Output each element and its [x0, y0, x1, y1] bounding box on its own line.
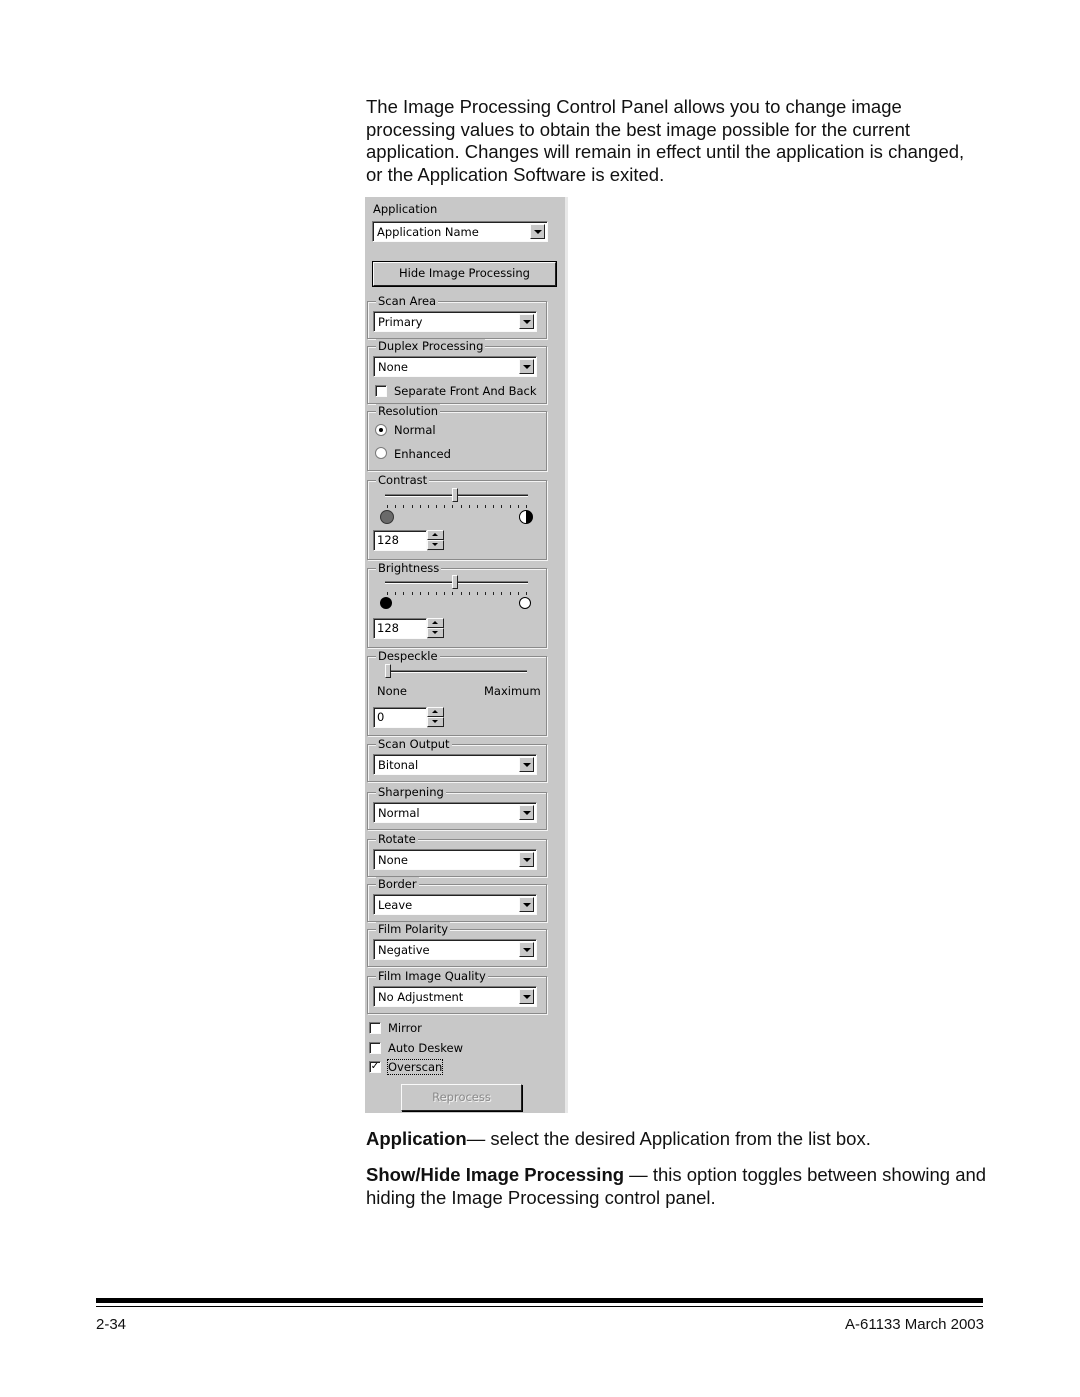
- film-image-quality-value: No Adjustment: [378, 990, 464, 1004]
- reprocess-button[interactable]: Reprocess: [401, 1084, 522, 1111]
- brightness-light-icon: [519, 597, 531, 609]
- term-application: Application: [366, 1128, 467, 1149]
- scan-area-select[interactable]: Primary: [373, 311, 537, 332]
- brightness-ticks: [387, 592, 527, 596]
- resolution-normal-label: Normal: [394, 423, 436, 437]
- image-processing-control-panel: Application Application Name Hide Image …: [365, 197, 568, 1113]
- sharpening-value: Normal: [378, 806, 420, 820]
- rotate-value: None: [378, 853, 409, 867]
- intro-paragraph: The Image Processing Control Panel allow…: [366, 96, 965, 185]
- despeckle-slider-thumb[interactable]: [385, 664, 391, 678]
- contrast-low-icon: [380, 510, 394, 524]
- resolution-group: Resolution: [367, 404, 547, 471]
- duplex-label: Duplex Processing: [376, 339, 486, 353]
- dropdown-arrow-icon[interactable]: [519, 989, 534, 1004]
- despeckle-spinner[interactable]: 0: [373, 707, 445, 728]
- footer-rule-thin: [96, 1306, 983, 1307]
- resolution-enhanced-radio[interactable]: [375, 447, 387, 459]
- despeckle-slider-track[interactable]: [387, 670, 527, 673]
- scan-area-label: Scan Area: [376, 294, 439, 308]
- resolution-normal-radio[interactable]: [375, 424, 387, 436]
- separator: —: [624, 1164, 653, 1185]
- contrast-value-input[interactable]: 128: [373, 530, 427, 551]
- auto-deskew-label: Auto Deskew: [388, 1041, 464, 1055]
- mirror-label: Mirror: [388, 1021, 422, 1035]
- separator: —: [466, 1128, 491, 1149]
- film-image-quality-label: Film Image Quality: [376, 969, 488, 983]
- resolution-label: Resolution: [376, 404, 441, 418]
- dropdown-arrow-icon[interactable]: [519, 757, 534, 772]
- mirror-checkbox[interactable]: [369, 1022, 381, 1034]
- film-polarity-select[interactable]: Negative: [373, 939, 537, 960]
- dropdown-arrow-icon[interactable]: [519, 359, 534, 374]
- separate-front-back-checkbox[interactable]: [375, 385, 387, 397]
- overscan-checkbox[interactable]: ✓: [369, 1061, 381, 1073]
- contrast-high-icon: [519, 510, 533, 524]
- auto-deskew-checkbox[interactable]: [369, 1042, 381, 1054]
- application-value: Application Name: [377, 225, 479, 239]
- brightness-dark-icon: [380, 597, 392, 609]
- film-polarity-value: Negative: [378, 943, 430, 957]
- spin-down-icon[interactable]: [427, 540, 444, 550]
- border-value: Leave: [378, 898, 413, 912]
- application-label: Application: [373, 202, 438, 216]
- duplex-select[interactable]: None: [373, 356, 537, 377]
- application-select[interactable]: Application Name: [372, 221, 548, 242]
- duplex-value: None: [378, 360, 409, 374]
- sharpening-label: Sharpening: [376, 785, 446, 799]
- sharpening-select[interactable]: Normal: [373, 802, 537, 823]
- footer-rule: [96, 1298, 983, 1303]
- contrast-spinner[interactable]: 128: [373, 530, 445, 551]
- dropdown-arrow-icon[interactable]: [519, 314, 534, 329]
- contrast-label: Contrast: [376, 473, 430, 487]
- spin-down-icon[interactable]: [427, 628, 444, 638]
- film-image-quality-select[interactable]: No Adjustment: [373, 986, 537, 1007]
- despeckle-min-label: None: [377, 684, 408, 698]
- scan-area-value: Primary: [378, 315, 423, 329]
- despeckle-label: Despeckle: [376, 649, 440, 663]
- document-id-date: A-61133 March 2003: [845, 1316, 984, 1333]
- separate-front-back-label: Separate Front And Back: [394, 384, 537, 398]
- despeckle-max-label: Maximum: [484, 684, 541, 698]
- hide-image-processing-button[interactable]: Hide Image Processing: [372, 261, 557, 287]
- dropdown-arrow-icon[interactable]: [519, 942, 534, 957]
- despeckle-value-input[interactable]: 0: [373, 707, 427, 728]
- rotate-label: Rotate: [376, 832, 418, 846]
- resolution-enhanced-label: Enhanced: [394, 447, 451, 461]
- overscan-label: Overscan: [386, 1059, 444, 1075]
- spin-up-icon[interactable]: [427, 618, 444, 628]
- page-number: 2-34: [96, 1316, 127, 1333]
- rotate-select[interactable]: None: [373, 849, 537, 870]
- border-label: Border: [376, 877, 419, 891]
- scan-output-label: Scan Output: [376, 737, 452, 751]
- spin-down-icon[interactable]: [427, 717, 444, 727]
- dropdown-arrow-icon[interactable]: [519, 805, 534, 820]
- film-polarity-label: Film Polarity: [376, 922, 451, 936]
- dropdown-arrow-icon[interactable]: [519, 897, 534, 912]
- spin-up-icon[interactable]: [427, 707, 444, 717]
- dropdown-arrow-icon[interactable]: [519, 852, 534, 867]
- description-show-hide: Show/Hide Image Processing — this option…: [366, 1163, 1006, 1209]
- brightness-spinner[interactable]: 128: [373, 618, 445, 639]
- description-text: select the desired Application from the …: [490, 1128, 871, 1149]
- brightness-label: Brightness: [376, 561, 442, 575]
- spin-up-icon[interactable]: [427, 530, 444, 540]
- scan-output-value: Bitonal: [378, 758, 419, 772]
- brightness-value-input[interactable]: 128: [373, 618, 427, 639]
- term-show-hide: Show/Hide Image Processing: [366, 1164, 625, 1185]
- contrast-ticks: [387, 505, 527, 509]
- border-select[interactable]: Leave: [373, 894, 537, 915]
- brightness-slider-thumb[interactable]: [451, 575, 458, 589]
- panel-edge: [565, 197, 568, 1113]
- contrast-slider-thumb[interactable]: [451, 488, 458, 502]
- scan-output-select[interactable]: Bitonal: [373, 754, 537, 775]
- description-application: Application— select the desired Applicat…: [366, 1127, 1006, 1150]
- dropdown-arrow-icon[interactable]: [530, 224, 545, 239]
